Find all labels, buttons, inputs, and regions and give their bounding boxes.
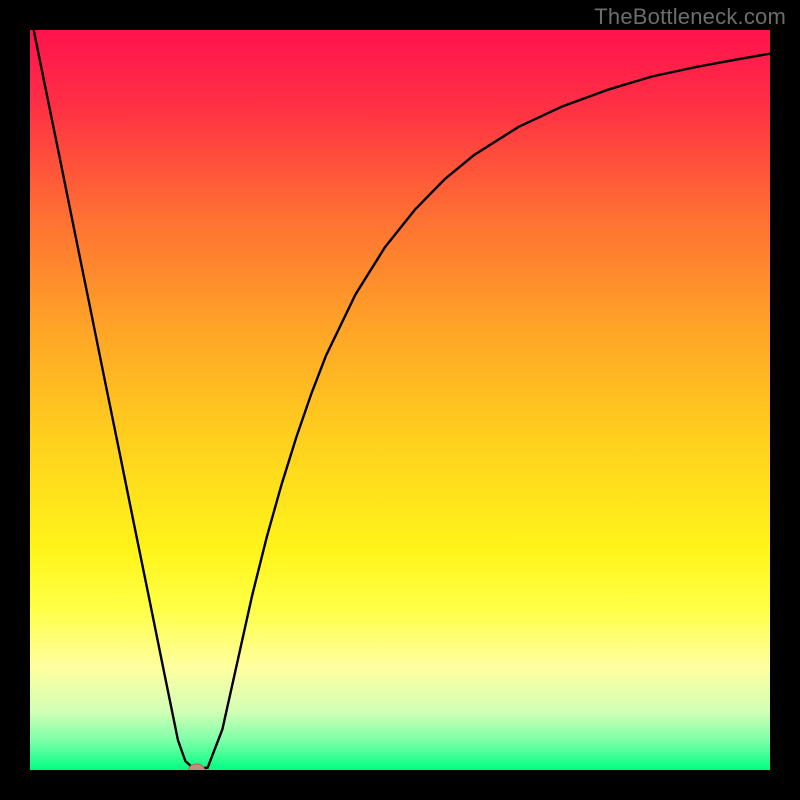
watermark-text: TheBottleneck.com — [594, 4, 786, 30]
gradient-background — [30, 30, 770, 770]
bottleneck-chart — [30, 30, 770, 770]
chart-frame: TheBottleneck.com — [0, 0, 800, 800]
plot-area — [30, 30, 770, 770]
